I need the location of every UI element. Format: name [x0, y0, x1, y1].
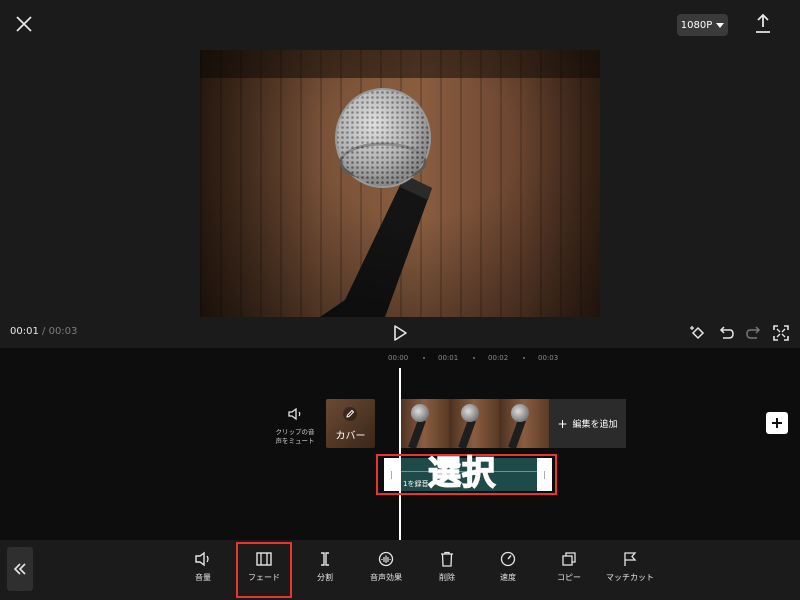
volume-icon: [195, 551, 209, 567]
time-display: 00:01 / 00:03: [10, 326, 77, 337]
speaker-icon: [288, 407, 301, 421]
tick-dot: [423, 357, 425, 359]
time-tick: 00:03: [538, 354, 559, 362]
time-tick: 00:02: [488, 354, 509, 362]
video-preview: [200, 50, 600, 317]
time-tick: 00:00: [388, 354, 409, 362]
add-edit-label: 編集を追加: [572, 420, 618, 430]
split-icon: [321, 552, 329, 566]
tool-match-cut[interactable]: マッチカット: [602, 551, 658, 585]
tick-dot: [523, 357, 525, 359]
voice-effect-icon: [378, 551, 394, 567]
time-separator: /: [42, 326, 46, 337]
tool-voice-effect[interactable]: 音声効果: [358, 551, 414, 585]
tick-dot: [473, 357, 475, 359]
speed-icon: [500, 551, 516, 567]
tool-speed[interactable]: 速度: [480, 551, 536, 585]
plus-icon: [772, 418, 782, 428]
cover-label: カバー: [335, 431, 366, 442]
video-clip-thumbnail[interactable]: [449, 399, 499, 448]
fullscreen-icon[interactable]: [772, 324, 790, 342]
tool-label: 削除: [439, 573, 455, 582]
add-media-button[interactable]: [766, 412, 788, 434]
mute-label-line1: クリップの音: [275, 428, 315, 436]
mute-label-line2: 声をミュート: [275, 437, 315, 445]
undo-icon[interactable]: [717, 324, 735, 342]
tool-label: 音声効果: [370, 573, 402, 582]
tool-delete[interactable]: 削除: [419, 551, 475, 585]
chevron-down-icon: [716, 22, 725, 28]
trash-icon: [441, 551, 453, 567]
fade-highlight-box: [236, 542, 292, 598]
video-clip-thumbnail[interactable]: [499, 399, 549, 448]
time-tick: 00:01: [438, 354, 459, 362]
video-clip-thumbnail[interactable]: [399, 399, 449, 448]
tool-split[interactable]: 分割: [297, 551, 353, 585]
tool-label: 音量: [195, 573, 211, 582]
tool-label: マッチカット: [606, 573, 654, 582]
keyframe-icon[interactable]: [689, 324, 707, 342]
play-icon[interactable]: [392, 324, 408, 342]
collapse-toolbar-button[interactable]: [7, 547, 33, 591]
tool-label: 速度: [500, 573, 516, 582]
add-edit-button[interactable]: + 編集を追加: [549, 399, 626, 448]
tool-label: コピー: [557, 573, 581, 582]
flag-icon: [624, 552, 637, 566]
select-annotation-label: 選択: [427, 452, 496, 493]
copy-icon: [562, 552, 576, 566]
close-icon[interactable]: [12, 12, 36, 36]
redo-icon[interactable]: [745, 324, 763, 342]
current-time: 00:01: [10, 326, 39, 337]
mute-clip-audio-button[interactable]: クリップの音 声をミュート: [268, 406, 322, 446]
tool-label: 分割: [317, 573, 333, 582]
export-icon[interactable]: [752, 12, 774, 36]
tool-copy[interactable]: コピー: [541, 551, 597, 585]
double-chevron-left-icon: [13, 563, 26, 575]
resolution-dropdown[interactable]: 1080P: [677, 14, 728, 36]
cover-button[interactable]: カバー: [326, 399, 375, 448]
total-time: 00:03: [48, 326, 78, 337]
plus-icon: +: [557, 416, 568, 431]
resolution-label: 1080P: [680, 19, 713, 31]
tool-volume[interactable]: 音量: [175, 551, 231, 585]
pencil-icon: [343, 407, 357, 421]
